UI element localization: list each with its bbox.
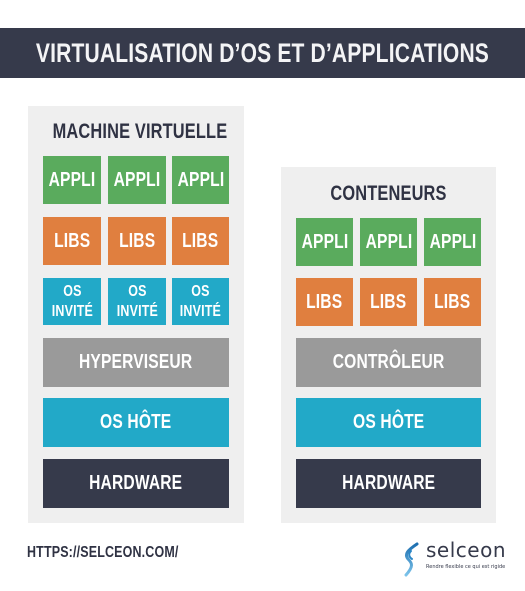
vm-libs-box: LIBS	[108, 217, 166, 265]
s-swirl-icon	[404, 542, 419, 577]
title-banner: VIRTUALISATION D’OS ET D’APPLICATIONS	[0, 28, 525, 78]
virtual-machine-panel: MACHINE VIRTUELLE APPLI APPLI APPLI LIBS…	[28, 106, 244, 523]
selceon-logo[interactable]: selceon Rendre flexible ce qui est rigid…	[400, 538, 506, 578]
vm-host-os-box: OS HÔTE	[43, 398, 229, 447]
hypervisor-box: HYPERVISEUR	[43, 338, 229, 387]
panel-title-vm: MACHINE VIRTUELLE	[52, 120, 228, 143]
container-host-os-box: OS HÔTE	[296, 398, 481, 447]
footer-url[interactable]: HTTPS://SELCEON.COM/	[27, 544, 221, 562]
container-appli-box: APPLI	[360, 218, 417, 266]
logo-tagline: Rendre flexible ce qui est rigide	[426, 564, 506, 570]
container-appli-box: APPLI	[424, 218, 481, 266]
container-libs-box: LIBS	[360, 278, 417, 326]
containers-panel: CONTENEURS APPLI APPLI APPLI LIBS LIBS L…	[281, 167, 496, 523]
page-title: VIRTUALISATION D’OS ET D’APPLICATIONS	[35, 37, 490, 68]
container-libs-box: LIBS	[296, 278, 353, 326]
container-libs-box: LIBS	[424, 278, 481, 326]
vm-libs-box: LIBS	[43, 217, 101, 265]
vm-guest-os-box: OS INVITÉ	[43, 278, 101, 325]
vm-appli-box: APPLI	[108, 156, 166, 204]
container-hardware-box: HARDWARE	[296, 459, 481, 508]
vm-appli-box: APPLI	[172, 156, 229, 204]
vm-guest-os-box: OS INVITÉ	[108, 278, 166, 325]
logo-wordmark: selceon	[426, 538, 506, 562]
vm-libs-box: LIBS	[172, 217, 229, 265]
vm-appli-box: APPLI	[43, 156, 101, 204]
panel-title-containers: CONTENEURS	[330, 182, 447, 205]
container-appli-box: APPLI	[296, 218, 353, 266]
vm-guest-os-box: OS INVITÉ	[172, 278, 229, 325]
vm-hardware-box: HARDWARE	[43, 459, 229, 508]
controller-box: CONTRÔLEUR	[296, 338, 481, 387]
